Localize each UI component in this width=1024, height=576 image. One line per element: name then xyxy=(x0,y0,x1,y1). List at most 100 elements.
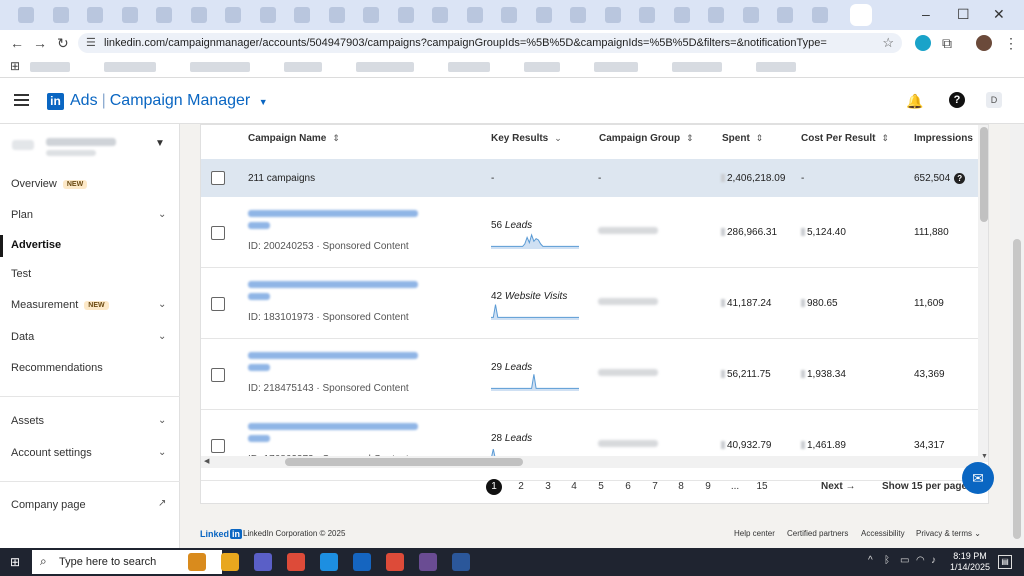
bookmark-item[interactable] xyxy=(756,62,796,72)
profile-avatar-icon[interactable] xyxy=(976,35,992,51)
bookmark-item[interactable] xyxy=(524,62,560,72)
sidebar-item-company-page[interactable]: Company page ↗ xyxy=(0,495,180,517)
row-checkbox[interactable] xyxy=(211,439,225,453)
taskbar-clock[interactable]: 8:19 PM 1/14/2025 xyxy=(950,551,990,573)
bookmark-item[interactable] xyxy=(190,62,250,72)
table-row[interactable]: ID: 183101973 · Sponsored Content 42 Webs… xyxy=(201,268,978,339)
site-info-icon[interactable]: ☰ xyxy=(86,36,96,49)
sidebar-item-recommendations[interactable]: Recommendations xyxy=(0,358,180,380)
battery-icon[interactable]: ▭ xyxy=(900,555,909,566)
sidebar-item-overview[interactable]: Overview NEW xyxy=(0,174,180,196)
browser-menu-icon[interactable]: ⋮ xyxy=(1004,35,1018,52)
help-icon[interactable]: ? xyxy=(949,92,965,108)
select-all-checkbox[interactable] xyxy=(211,171,225,185)
chevron-down-icon[interactable]: ▼ xyxy=(155,138,165,149)
tray-arrow-icon[interactable]: ^ xyxy=(868,555,873,566)
sort-icon[interactable]: ⇕ xyxy=(332,133,340,143)
column-key-results[interactable]: Key Results ⌄ xyxy=(491,133,562,144)
active-tab[interactable] xyxy=(850,4,872,26)
product-title[interactable]: Ads | Campaign Manager ▼ xyxy=(70,92,268,110)
extension-icon[interactable] xyxy=(915,35,931,51)
column-campaign-name[interactable]: Campaign Name ⇕ xyxy=(248,133,340,144)
chevron-down-icon[interactable]: ⌄ xyxy=(554,133,562,143)
browser-tab[interactable] xyxy=(742,7,759,23)
scroll-left-arrow-icon[interactable]: ◀ xyxy=(204,457,209,465)
browser-tab[interactable] xyxy=(121,7,138,23)
page-button[interactable]: 2 xyxy=(513,479,529,495)
forward-icon[interactable]: → xyxy=(33,35,47,51)
browser-tab[interactable] xyxy=(604,7,621,23)
footer-link-privacy[interactable]: Privacy & terms ⌄ xyxy=(916,529,981,538)
reload-icon[interactable]: ↻ xyxy=(57,35,69,52)
word-icon[interactable] xyxy=(452,553,470,571)
page-button[interactable]: 6 xyxy=(620,479,636,495)
account-selector[interactable]: ▼ xyxy=(12,136,165,160)
table-row[interactable]: ID: 218475143 · Sponsored Content 29 Lead… xyxy=(201,339,978,410)
scroll-down-arrow-icon[interactable]: ▼ xyxy=(981,453,988,460)
column-campaign-group[interactable]: Campaign Group ⇕ xyxy=(599,133,694,144)
page-button[interactable]: 1 xyxy=(486,479,502,495)
hamburger-menu-icon[interactable] xyxy=(14,94,29,106)
row-checkbox[interactable] xyxy=(211,297,225,311)
notification-center-icon[interactable]: ▤ xyxy=(998,555,1012,569)
sort-icon[interactable]: ⇕ xyxy=(756,133,764,143)
browser-tab[interactable] xyxy=(466,7,483,23)
browser-tab[interactable] xyxy=(708,7,724,23)
campaign-name-redacted[interactable] xyxy=(248,281,428,301)
row-checkbox[interactable] xyxy=(211,368,225,382)
help-icon[interactable]: ? xyxy=(954,173,966,184)
chrome-icon[interactable] xyxy=(386,553,404,571)
bookmark-item[interactable] xyxy=(672,62,722,72)
page-scrollbar[interactable] xyxy=(1010,124,1024,548)
table-vertical-scrollbar[interactable]: ▼ xyxy=(978,125,988,462)
close-icon[interactable]: ✕ xyxy=(993,6,1005,23)
browser-tab[interactable] xyxy=(52,7,69,23)
table-row[interactable]: ID: 200240253 · Sponsored Content 56 Lead… xyxy=(201,197,978,268)
browser-tab[interactable] xyxy=(294,7,310,23)
page-button[interactable]: 4 xyxy=(566,479,582,495)
sidebar-item-account-settings[interactable]: Account settings ⌄ xyxy=(0,443,180,465)
wifi-icon[interactable]: ◠ xyxy=(916,555,925,566)
bookmark-item[interactable] xyxy=(284,62,322,72)
campaign-name-redacted[interactable] xyxy=(248,423,428,443)
chevron-down-icon[interactable]: ⌄ xyxy=(158,209,166,220)
footer-link-accessibility[interactable]: Accessibility xyxy=(861,529,905,538)
skype-icon[interactable] xyxy=(320,553,338,571)
browser-tab[interactable] xyxy=(397,7,414,23)
sidebar-item-measurement[interactable]: Measurement NEW ⌄ xyxy=(0,295,180,317)
briefcase-icon[interactable] xyxy=(188,553,206,571)
next-page-button[interactable]: Next → xyxy=(821,481,855,492)
scrollbar-thumb[interactable] xyxy=(1013,239,1021,539)
apps-grid-icon[interactable]: ⊞ xyxy=(10,59,20,73)
chevron-down-icon[interactable]: ⌄ xyxy=(158,447,166,458)
chevron-down-icon[interactable]: ⌄ xyxy=(158,331,166,342)
bookmark-item[interactable] xyxy=(104,62,156,72)
bookmark-item[interactable] xyxy=(356,62,414,72)
browser-tab[interactable] xyxy=(156,7,172,23)
page-button[interactable]: 8 xyxy=(673,479,689,495)
scrollbar-thumb[interactable] xyxy=(285,458,523,466)
table-row[interactable]: ID: 176862373 · Sponsored Content28 Lead… xyxy=(201,410,978,481)
sidebar-item-plan[interactable]: Plan ⌄ xyxy=(0,205,180,227)
sidebar-item-advertise[interactable]: Advertise xyxy=(0,235,180,257)
browser-tab[interactable] xyxy=(328,7,345,23)
bookmark-item[interactable] xyxy=(30,62,70,72)
footer-link-partners[interactable]: Certified partners xyxy=(787,529,848,538)
bookmark-item[interactable] xyxy=(448,62,490,72)
maximize-icon[interactable]: ☐ xyxy=(957,6,970,23)
browser-tab[interactable] xyxy=(639,7,655,23)
browser-tab[interactable] xyxy=(535,7,552,23)
minimize-icon[interactable]: – xyxy=(922,6,930,22)
windows-start-icon[interactable]: ⊞ xyxy=(10,555,20,569)
page-button[interactable]: 7 xyxy=(647,479,663,495)
scrollbar-thumb[interactable] xyxy=(980,127,988,222)
outlook-icon[interactable] xyxy=(353,553,371,571)
sort-icon[interactable]: ⇕ xyxy=(686,133,694,143)
bookmark-star-icon[interactable]: ☆ xyxy=(882,35,894,51)
footer-link-help[interactable]: Help center xyxy=(734,529,775,538)
chat-button[interactable]: ✉ xyxy=(962,462,994,494)
account-avatar[interactable]: D xyxy=(986,92,1002,108)
external-link-icon[interactable]: ↗ xyxy=(158,498,166,509)
browser-tab[interactable] xyxy=(259,7,276,23)
bookmark-item[interactable] xyxy=(594,62,638,72)
